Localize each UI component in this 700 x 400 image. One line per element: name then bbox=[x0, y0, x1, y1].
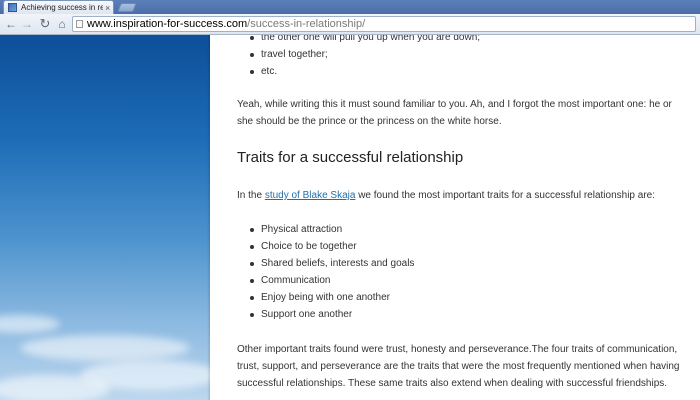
cloud-shape bbox=[0, 315, 60, 333]
list-item: travel together; bbox=[250, 46, 480, 63]
page-icon bbox=[76, 20, 83, 28]
list-item: the other one will pull you up when you … bbox=[250, 35, 480, 46]
url-domain: www.inspiration-for-success.com bbox=[87, 18, 248, 30]
study-text-before: In the bbox=[237, 190, 265, 201]
address-bar[interactable]: www.inspiration-for-success.com/success-… bbox=[72, 16, 696, 32]
list-item: etc. bbox=[250, 63, 480, 80]
study-link[interactable]: study of Blake Skaja bbox=[265, 190, 356, 201]
list-item: Choice to be together bbox=[250, 238, 414, 255]
reload-icon[interactable]: ↻ bbox=[38, 17, 52, 31]
close-tab-icon[interactable]: × bbox=[105, 2, 110, 14]
back-arrow-icon[interactable]: ← bbox=[4, 17, 18, 31]
list-item: Physical attraction bbox=[250, 221, 414, 238]
tab-title: Achieving success in relat bbox=[21, 3, 103, 12]
list-item: Shared beliefs, interests and goals bbox=[250, 255, 414, 272]
list-item: Enjoy being with one another bbox=[250, 289, 414, 306]
top-bullet-list: the other one will pull you up when you … bbox=[250, 35, 480, 80]
home-icon[interactable]: ⌂ bbox=[55, 17, 69, 31]
url-path: /success-in-relationship/ bbox=[247, 18, 366, 30]
study-paragraph: In the study of Blake Skaja we found the… bbox=[237, 187, 687, 204]
cloud-shape bbox=[20, 335, 190, 361]
article-content: the other one will pull you up when you … bbox=[210, 35, 700, 400]
address-url[interactable]: www.inspiration-for-success.com/success-… bbox=[87, 17, 365, 31]
list-item: Communication bbox=[250, 272, 414, 289]
traits-list: Physical attraction Choice to be togethe… bbox=[250, 221, 414, 323]
favicon-icon bbox=[8, 3, 17, 12]
sky-background-image bbox=[0, 35, 210, 400]
paragraph-intro: Yeah, while writing this it must sound f… bbox=[237, 99, 672, 127]
browser-toolbar: ← → ↻ ⌂ www.inspiration-for-success.com/… bbox=[0, 14, 700, 35]
cloud-shape bbox=[0, 375, 110, 400]
browser-tab[interactable]: Achieving success in relat × bbox=[3, 0, 114, 14]
tab-strip: Achieving success in relat × bbox=[0, 0, 700, 14]
list-item: Support one another bbox=[250, 306, 414, 323]
study-text-after: we found the most important traits for a… bbox=[355, 190, 656, 201]
new-tab-button[interactable] bbox=[117, 3, 137, 12]
section-heading: Traits for a successful relationship bbox=[237, 149, 464, 166]
forward-arrow-icon[interactable]: → bbox=[20, 17, 34, 31]
paragraph-other-traits: Other important traits found were trust,… bbox=[237, 344, 680, 389]
